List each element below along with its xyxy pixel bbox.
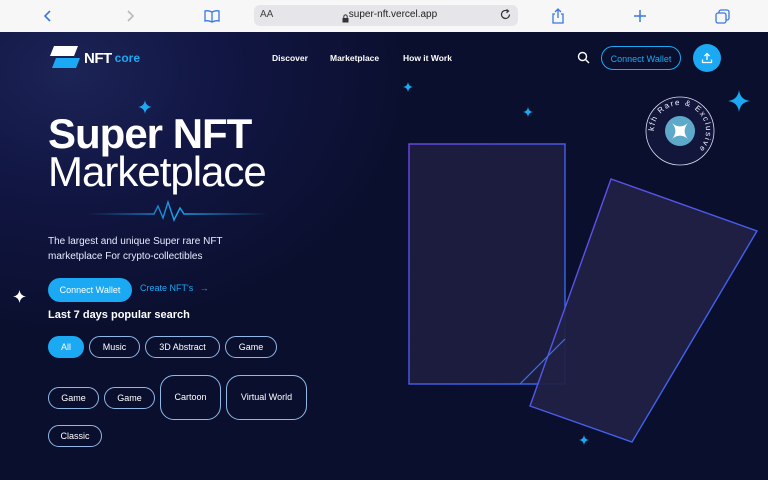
hero-description: The largest and unique Super rare NFT ma… (48, 236, 223, 262)
sparkle-icon (403, 82, 413, 92)
tag-chip-all[interactable]: All (48, 336, 84, 358)
sparkle-icon (13, 290, 26, 303)
nft-card-stack[interactable] (400, 132, 768, 452)
reload-icon[interactable] (499, 8, 512, 26)
logo-subtext: core (114, 51, 141, 65)
tabs-overview-icon[interactable] (712, 6, 732, 26)
hero-title-line2: Marketplace (48, 148, 267, 195)
rare-exclusive-badge: kfh Rare & Exclusive (645, 96, 715, 166)
new-tab-icon[interactable] (630, 6, 650, 26)
nft-landing-page: NFT core Discover Marketplace How it Wor… (0, 32, 768, 480)
tag-chip-game[interactable]: Game (104, 387, 155, 409)
tag-chip-3d-abstract[interactable]: 3D Abstract (145, 336, 220, 358)
logo[interactable]: NFT core (50, 46, 140, 70)
tag-chip-virtual-world[interactable]: Virtual World (226, 375, 307, 420)
bookmarks-icon[interactable] (202, 6, 222, 26)
nav-discover[interactable]: Discover (272, 53, 308, 63)
logo-mark-icon (50, 46, 80, 68)
forward-icon[interactable] (120, 6, 140, 26)
sparkle-icon (728, 90, 750, 112)
nav-how-it-work[interactable]: How it Work (403, 53, 452, 63)
tag-chip-classic[interactable]: Classic (48, 425, 102, 447)
create-nft-label: Create NFT's (140, 283, 194, 293)
search-icon[interactable] (577, 51, 590, 69)
address-bar[interactable]: AA super-nft.vercel.app (254, 5, 518, 26)
header-connect-wallet-button[interactable]: Connect Wallet (601, 46, 681, 70)
sparkle-icon (523, 107, 533, 117)
popular-search-heading: Last 7 days popular search (48, 309, 190, 321)
create-nft-link[interactable]: Create NFT's → (140, 283, 209, 293)
hero-connect-wallet-button[interactable]: Connect Wallet (48, 278, 132, 302)
tag-chip-cartoon[interactable]: Cartoon (160, 375, 221, 420)
logo-text: NFT (84, 49, 112, 67)
tag-chip-music[interactable]: Music (89, 336, 140, 358)
upload-button[interactable] (693, 44, 721, 72)
back-icon[interactable] (38, 6, 58, 26)
share-icon[interactable] (548, 6, 568, 26)
url-text: super-nft.vercel.app (348, 9, 438, 20)
browser-toolbar: AA super-nft.vercel.app (0, 0, 768, 33)
tag-chip-game[interactable]: Game (48, 387, 99, 409)
nft-card-back[interactable] (408, 143, 566, 385)
tag-chip-game[interactable]: Game (225, 336, 277, 358)
pulse-line-decoration (88, 199, 268, 222)
upload-icon (701, 52, 713, 64)
arrow-right-icon: → (199, 283, 209, 293)
nav-marketplace[interactable]: Marketplace (330, 53, 379, 63)
